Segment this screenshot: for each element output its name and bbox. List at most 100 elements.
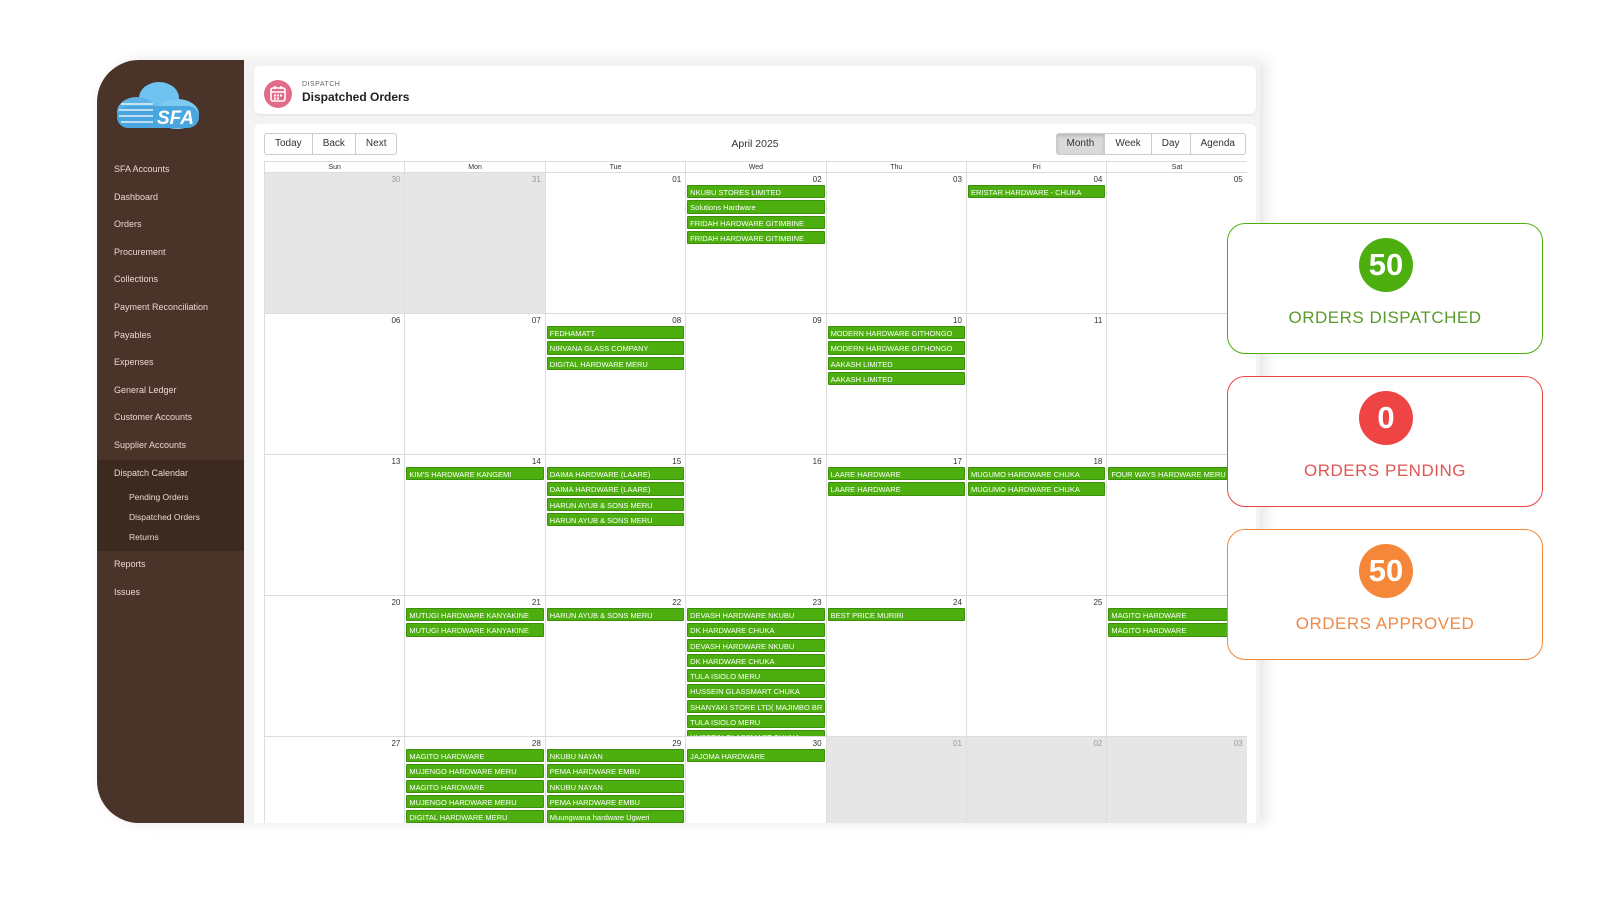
- day-number[interactable]: 20: [391, 598, 400, 607]
- day-number[interactable]: 21: [532, 598, 541, 607]
- calendar-event[interactable]: HARUN AYUB & SONS MERU: [546, 512, 685, 527]
- day-number[interactable]: 17: [953, 457, 962, 466]
- calendar-event[interactable]: MODERN HARDWARE GITHONGO: [827, 341, 965, 355]
- calendar-event[interactable]: MAGITO HARDWARE: [406, 779, 544, 793]
- calendar-event[interactable]: ERISTAR HARDWARE - CHUKA: [967, 185, 1106, 199]
- day-cell[interactable]: 15 DAIMA HARDWARE (LAARE) DAIMA HARDWARE (…: [544, 455, 685, 595]
- day-cell[interactable]: 06: [264, 314, 404, 454]
- day-cell[interactable]: 01: [825, 737, 966, 823]
- sidebar-item-customer-accounts[interactable]: Customer Accounts: [97, 404, 244, 432]
- calendar-event[interactable]: DK HARDWARE CHUKA: [687, 653, 825, 668]
- sidebar-item-payables[interactable]: Payables: [97, 322, 244, 350]
- sidebar-item-payment-reconciliation[interactable]: Payment Reconciliation: [97, 294, 244, 322]
- calendar-event[interactable]: TULA ISIOLO MERU: [687, 669, 825, 683]
- calendar-event[interactable]: PEMA HARDWARE EMBU: [546, 794, 685, 809]
- calendar-event[interactable]: DEVASH HARDWARE NKUBU: [687, 608, 825, 622]
- calendar-event[interactable]: DK HARDWARE CHUKA: [687, 623, 825, 637]
- day-cell[interactable]: 07: [404, 314, 544, 454]
- day-number[interactable]: 01: [672, 175, 681, 184]
- calendar-event[interactable]: Solutions Hardware: [687, 200, 825, 214]
- day-cell[interactable]: 20: [264, 596, 404, 736]
- calendar-event[interactable]: MAGITO HARDWARE: [1108, 608, 1246, 622]
- calendar-event[interactable]: DIGITAL HARDWARE MERU: [546, 356, 685, 370]
- day-cell[interactable]: 30: [264, 173, 405, 313]
- calendar-event[interactable]: JAJOMA HARDWARE: [687, 749, 825, 763]
- day-number[interactable]: 05: [1234, 175, 1243, 184]
- day-cell[interactable]: 09: [685, 314, 825, 454]
- day-number[interactable]: 06: [391, 316, 400, 325]
- day-cell[interactable]: 10 MODERN HARDWARE GITHONGO MODERN HARDWAR…: [825, 314, 966, 454]
- day-number[interactable]: 11: [1094, 316, 1102, 325]
- day-number[interactable]: 03: [1234, 739, 1243, 748]
- day-number[interactable]: 02: [813, 175, 822, 184]
- day-number[interactable]: 03: [953, 175, 962, 184]
- calendar-event[interactable]: LAARE HARDWARE: [827, 482, 965, 496]
- day-cell[interactable]: 28 MAGITO HARDWARE MUJENGO HARDWARE MERU MA…: [404, 737, 544, 823]
- calendar-event[interactable]: NIRVANA GLASS COMPANY: [546, 341, 685, 355]
- day-number[interactable]: 09: [813, 316, 822, 325]
- calendar-event[interactable]: DIGITAL HARDWARE MERU: [406, 810, 544, 823]
- sidebar-item-dashboard[interactable]: Dashboard: [97, 184, 244, 212]
- day-number[interactable]: 07: [532, 316, 541, 325]
- day-cell[interactable]: 31: [404, 173, 545, 313]
- day-cell[interactable]: 14 KIM'S HARDWARE KANGEMI: [404, 455, 544, 595]
- day-cell[interactable]: 16: [685, 455, 825, 595]
- sidebar-item-expenses[interactable]: Expenses: [97, 349, 244, 377]
- view-agenda-button[interactable]: Agenda: [1190, 133, 1246, 155]
- day-cell[interactable]: 02 NKUBU STORES LIMITED Solutions Hardware…: [685, 173, 825, 313]
- calendar-event[interactable]: DAIMA HARDWARE (LAARE): [546, 467, 685, 481]
- calendar-event[interactable]: FOUR WAYS HARDWARE MERU: [1108, 467, 1246, 481]
- calendar-event[interactable]: MAGITO HARDWARE: [406, 749, 544, 763]
- calendar-event[interactable]: KIM'S HARDWARE KANGEMI: [406, 467, 544, 481]
- calendar-event[interactable]: FEDHAMATT: [546, 326, 685, 340]
- sidebar-item-reports[interactable]: Reports: [97, 551, 244, 579]
- day-cell[interactable]: 22 HARUN AYUB & SONS MERU: [544, 596, 685, 736]
- sidebar-item-collections[interactable]: Collections: [97, 266, 244, 294]
- day-number[interactable]: 30: [813, 739, 822, 748]
- calendar-event[interactable]: MUJENGO HARDWARE MERU: [406, 764, 544, 778]
- day-cell[interactable]: 04 ERISTAR HARDWARE - CHUKA: [965, 173, 1106, 313]
- calendar-event[interactable]: MUTUGI HARDWARE KANYAKINE: [406, 623, 544, 637]
- day-number[interactable]: 24: [953, 598, 962, 607]
- sidebar-item-dispatch-calendar[interactable]: Dispatch Calendar: [97, 460, 244, 488]
- calendar-event[interactable]: FRIDAH HARDWARE GITIMBINE: [687, 230, 825, 245]
- day-cell[interactable]: 29 NKUBU NAYAN PEMA HARDWARE EMBU NKUBU NAY…: [544, 737, 685, 823]
- day-number[interactable]: 16: [813, 457, 822, 466]
- day-number[interactable]: 22: [672, 598, 681, 607]
- calendar-event[interactable]: Muungwana hardware Ugweri: [546, 810, 685, 823]
- day-cell[interactable]: 23 DEVASH HARDWARE NKUBU DK HARDWARE CHUKA…: [685, 596, 825, 736]
- calendar-event[interactable]: AAKASH LIMITED: [827, 356, 965, 370]
- calendar-event[interactable]: DAIMA HARDWARE (LAARE): [546, 482, 685, 496]
- calendar-event[interactable]: TULA ISIOLO MERU: [687, 715, 825, 729]
- calendar-event[interactable]: PEMA HARDWARE EMBU: [546, 764, 685, 778]
- view-day-button[interactable]: Day: [1151, 133, 1191, 155]
- calendar-event[interactable]: NKUBU NAYAN: [546, 779, 685, 793]
- sidebar-subitem-returns[interactable]: Returns: [97, 527, 244, 547]
- calendar-event[interactable]: HUSSEIN GLASSMART CHUKA: [687, 684, 825, 698]
- sidebar-item-procurement[interactable]: Procurement: [97, 239, 244, 267]
- day-number[interactable]: 28: [532, 739, 541, 748]
- calendar-event[interactable]: FRIDAH HARDWARE GITIMBINE: [687, 215, 825, 229]
- day-number[interactable]: 01: [953, 739, 962, 748]
- day-cell[interactable]: 02: [965, 737, 1107, 823]
- sidebar-item-orders[interactable]: Orders: [97, 211, 244, 239]
- day-cell[interactable]: 13: [264, 455, 404, 595]
- calendar-event[interactable]: DEVASH HARDWARE NKUBU: [687, 638, 825, 652]
- calendar-event[interactable]: LAARE HARDWARE: [827, 467, 965, 481]
- day-cell[interactable]: 12: [1106, 314, 1246, 454]
- view-month-button[interactable]: Month: [1055, 133, 1106, 155]
- day-cell[interactable]: 18 MUGUMO HARDWARE CHUKA MUGUMO HARDWARE C…: [965, 455, 1106, 595]
- day-cell[interactable]: 17 LAARE HARDWARE LAARE HARDWARE: [825, 455, 966, 595]
- day-number[interactable]: 30: [391, 175, 400, 184]
- day-cell[interactable]: 30 JAJOMA HARDWARE: [685, 737, 825, 823]
- day-number[interactable]: 15: [672, 457, 681, 466]
- sidebar-subitem-dispatched-orders[interactable]: Dispatched Orders: [97, 507, 244, 527]
- day-cell[interactable]: 08 FEDHAMATT NIRVANA GLASS COMPANY DIGITAL …: [544, 314, 685, 454]
- calendar-event[interactable]: AAKASH LIMITED: [827, 371, 965, 386]
- day-number[interactable]: 29: [672, 739, 681, 748]
- day-number[interactable]: 04: [1093, 175, 1102, 184]
- day-number[interactable]: 23: [813, 598, 822, 607]
- day-number[interactable]: 10: [953, 316, 962, 325]
- sidebar-item-sfa-accounts[interactable]: SFA Accounts: [97, 156, 244, 184]
- calendar-event[interactable]: MODERN HARDWARE GITHONGO: [827, 326, 965, 340]
